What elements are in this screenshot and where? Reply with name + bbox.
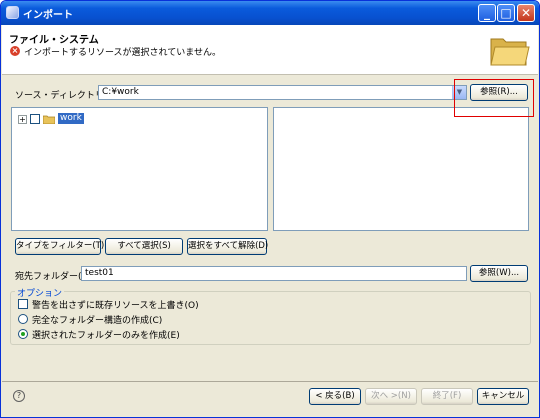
window-title: インポート xyxy=(23,10,73,21)
page-title: ファイル・システム xyxy=(9,35,99,46)
minimize-button[interactable]: _ xyxy=(478,4,496,22)
radio-icon[interactable] xyxy=(18,314,28,324)
tree-item-checkbox[interactable] xyxy=(30,114,40,124)
open-folder-icon xyxy=(490,38,530,66)
select-all-button[interactable]: すべて選択(S) xyxy=(105,238,183,255)
radio-dot xyxy=(21,332,25,336)
destination-browse-button[interactable]: 参照(W)... xyxy=(470,265,528,282)
help-icon[interactable]: ? xyxy=(13,390,25,402)
finish-button[interactable]: 終了(F) xyxy=(421,388,473,405)
error-icon: × xyxy=(10,46,20,56)
app-icon xyxy=(6,6,19,19)
destination-folder-value: test01 xyxy=(85,268,114,278)
footer-divider xyxy=(2,381,538,382)
folder-icon xyxy=(43,115,55,124)
back-button[interactable]: < 戻る(B) xyxy=(309,388,361,405)
close-button[interactable]: ✕ xyxy=(517,4,535,22)
create-full-structure-label: 完全なフォルダー構造の作成(C) xyxy=(32,316,163,326)
checkbox-icon[interactable] xyxy=(18,299,28,309)
title-bar[interactable]: インポート _ □ ✕ xyxy=(1,1,539,25)
deselect-all-button[interactable]: 選択をすべて解除(D) xyxy=(187,238,268,255)
source-directory-combo[interactable]: C:¥work ▼ xyxy=(98,85,467,100)
wizard-header: ファイル・システム × インポートするリソースが選択されていません。 xyxy=(2,25,538,75)
import-dialog: インポート _ □ ✕ ファイル・システム × インポートするリソースが選択され… xyxy=(0,0,540,418)
next-button[interactable]: 次へ >(N) xyxy=(365,388,417,405)
tree-item-label[interactable]: work xyxy=(58,113,84,124)
overwrite-label: 警告を出さずに既存リソースを上書き(O) xyxy=(32,301,199,311)
destination-folder-input[interactable]: test01 xyxy=(81,266,467,281)
file-list[interactable] xyxy=(273,107,529,231)
radio-selected-icon[interactable] xyxy=(18,329,28,339)
header-message: インポートするリソースが選択されていません。 xyxy=(24,48,222,58)
highlight-annotation xyxy=(454,79,534,117)
expand-icon[interactable]: + xyxy=(18,115,27,124)
source-directory-value: C:¥work xyxy=(102,87,139,97)
cancel-button[interactable]: キャンセル xyxy=(477,388,529,405)
maximize-button[interactable]: □ xyxy=(497,4,515,22)
folder-tree[interactable]: + work xyxy=(11,107,268,231)
create-selected-folders-label: 選択されたフォルダーのみを作成(E) xyxy=(32,331,180,341)
filter-types-button[interactable]: タイプをフィルター(T)... xyxy=(15,238,112,255)
